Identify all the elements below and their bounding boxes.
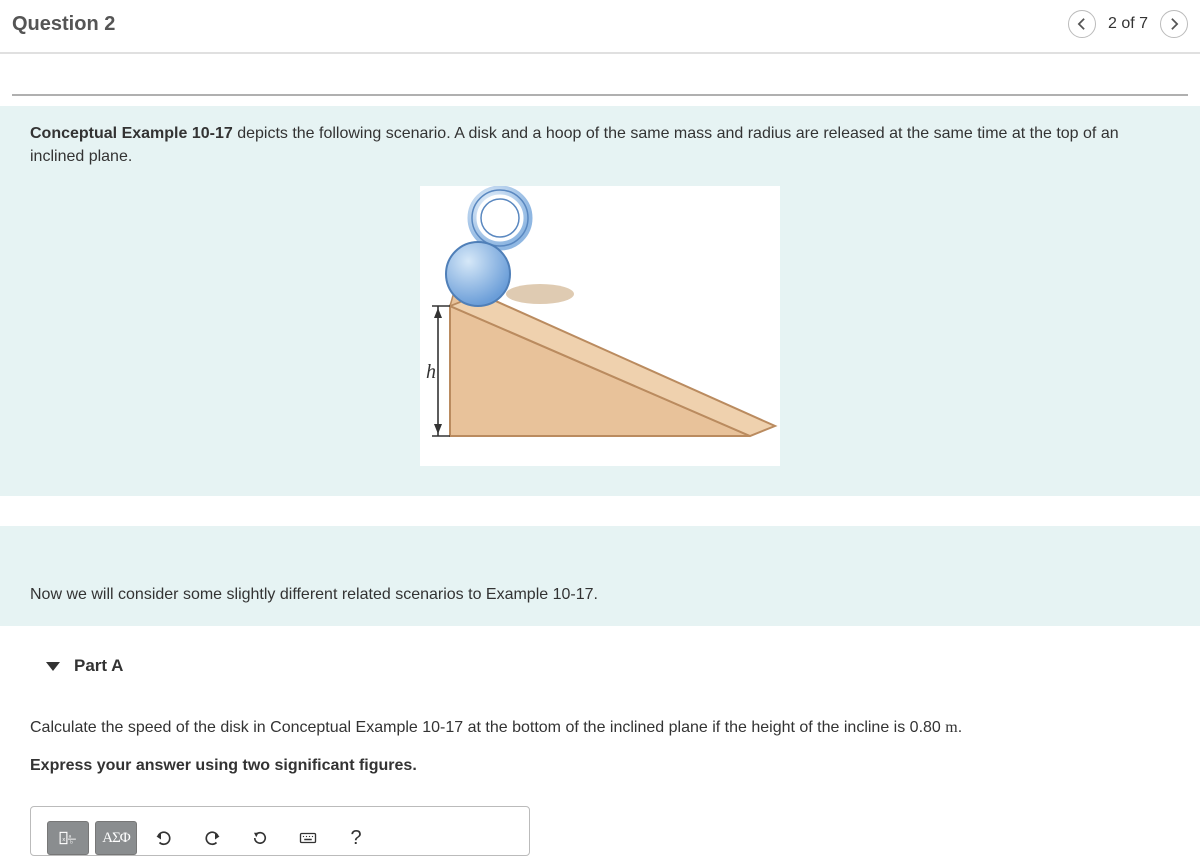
- problem-statement: Conceptual Example 10-17 depicts the fol…: [0, 106, 1200, 496]
- part-instruction: Express your answer using two significan…: [30, 754, 1170, 778]
- svg-text:x: x: [62, 837, 65, 843]
- templates-button[interactable]: xab: [47, 821, 89, 855]
- undo-button[interactable]: [143, 821, 185, 855]
- reset-button[interactable]: [239, 821, 281, 855]
- part-label: Part A: [74, 656, 123, 676]
- part-prompt: Calculate the speed of the disk in Conce…: [30, 716, 1170, 740]
- keyboard-button[interactable]: [287, 821, 329, 855]
- question-nav: 2 of 7: [1068, 10, 1188, 38]
- prev-button[interactable]: [1068, 10, 1096, 38]
- caret-down-icon: [46, 662, 60, 671]
- answer-input-area: xab ΑΣΦ ?: [30, 806, 530, 856]
- part-a-toggle[interactable]: Part A: [30, 646, 1170, 696]
- question-title: Question 2: [12, 13, 115, 36]
- svg-text:a: a: [69, 834, 72, 839]
- help-button[interactable]: ?: [335, 821, 377, 855]
- position-indicator: 2 of 7: [1104, 15, 1152, 33]
- svg-text:b: b: [70, 840, 73, 845]
- example-link[interactable]: Conceptual Example 10-17: [30, 125, 233, 142]
- transition-text: Now we will consider some slightly diffe…: [0, 526, 1200, 626]
- symbols-button[interactable]: ΑΣΦ: [95, 821, 137, 855]
- redo-button[interactable]: [191, 821, 233, 855]
- problem-figure: h: [30, 168, 1170, 466]
- equation-toolbar: xab ΑΣΦ ?: [47, 821, 513, 855]
- height-label: h: [426, 361, 436, 383]
- next-button[interactable]: [1160, 10, 1188, 38]
